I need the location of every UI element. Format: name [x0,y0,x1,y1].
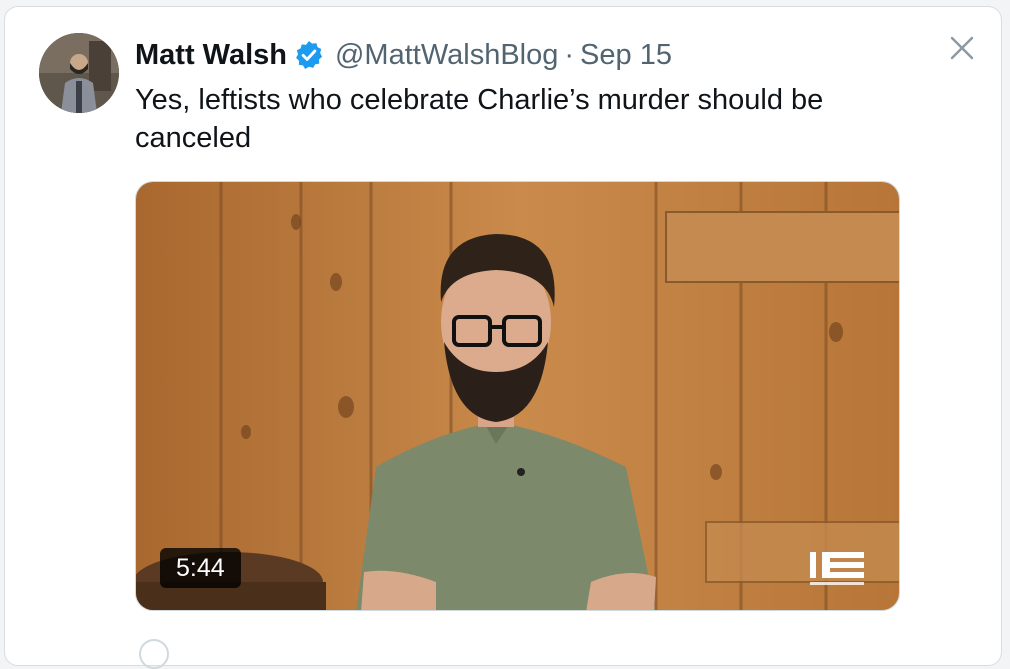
author-handle[interactable]: @MattWalshBlog [335,39,558,72]
verified-badge-icon [296,41,323,69]
author-name[interactable]: Matt Walsh [135,39,287,72]
tweet-date[interactable]: Sep 15 [580,39,672,72]
reply-avatar [139,639,169,669]
author-avatar[interactable] [39,33,119,113]
tweet-card: Matt Walsh @MattWalshBlog · Sep 15 Yes, … [4,6,1002,669]
tweet-text: Yes, leftists who celebrate Charlie’s mu… [135,84,824,154]
video-player[interactable]: 5:44 [135,181,900,611]
video-thumbnail [136,182,899,610]
tweet-header: Matt Walsh @MattWalshBlog · Sep 15 [135,35,672,75]
avatar-image [39,33,119,113]
daily-wire-10-logo-icon [810,552,864,585]
video-duration: 5:44 [160,548,241,588]
separator-dot: · [564,38,575,71]
close-icon[interactable] [947,33,977,63]
